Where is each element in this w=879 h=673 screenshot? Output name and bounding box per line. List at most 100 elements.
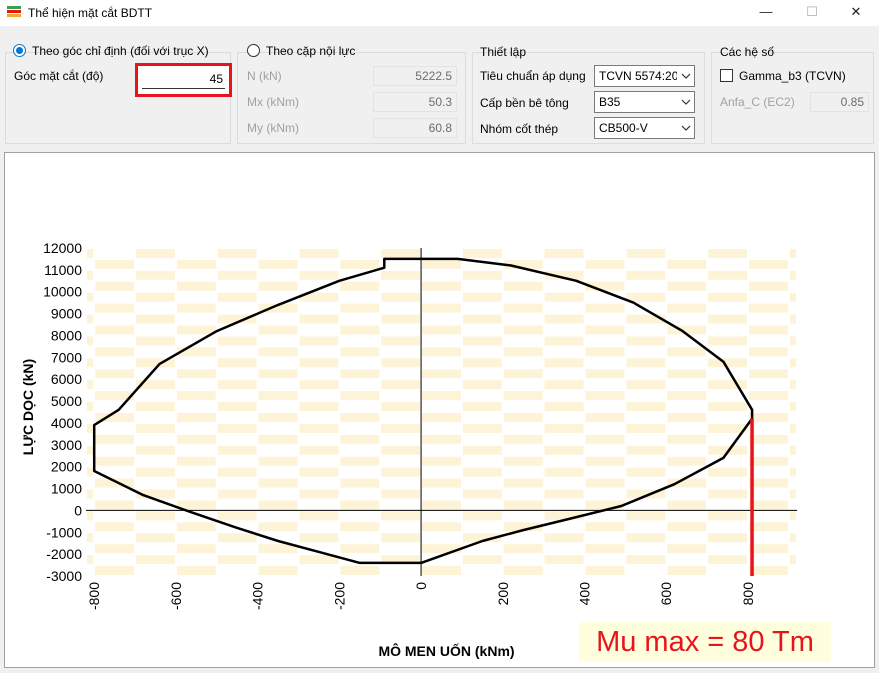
grid-cell [585,369,625,379]
angle-input[interactable]: 45 [142,69,225,89]
grid-cell [258,413,298,422]
grid-cell [708,511,747,521]
mx-label: Mx (kNm) [247,95,299,109]
grid-cell [258,522,298,532]
grid-cell [708,533,747,543]
x-tick-label: 800 [740,582,756,606]
grid-cell [340,478,380,488]
grid-cell [544,249,584,258]
grid-cell [95,369,135,379]
mx-field[interactable]: 50.3 [373,92,457,112]
grid-cell [381,358,421,368]
grid-cell [217,533,257,543]
my-field[interactable]: 60.8 [373,118,457,138]
force-radio-label[interactable]: Theo cặp nội lực [266,44,355,58]
grid-cell [299,423,339,433]
grid-cell [667,456,707,466]
anfa-field[interactable]: 0.85 [810,92,869,112]
grid-cell [176,391,216,401]
grid-cell [422,413,461,422]
grid-cell [136,314,175,324]
grid-cell [422,281,461,291]
grid-cell [381,249,421,258]
grid-cell [136,270,175,280]
grid-cell [789,445,796,455]
concrete-select[interactable]: B35 [594,91,695,113]
grid-cell [708,270,747,280]
grid-cell [503,456,543,466]
anfa-label: Anfa_C (EC2) [720,95,795,109]
grid-cell [544,336,584,346]
grid-cell [708,358,747,368]
grid-cell [422,325,461,335]
angle-radio[interactable] [13,44,26,57]
grid-cell [503,281,543,291]
grid-cell [299,489,339,499]
grid-cell [544,402,584,411]
grid-cell [136,423,175,433]
grid-cell [708,292,747,302]
minimize-button[interactable]: — [743,0,789,26]
grid-cell [95,500,135,510]
grid-cell [87,292,94,302]
grid-cell [217,445,257,455]
grid-cell [667,413,707,422]
force-radio[interactable] [247,44,260,57]
grid-cell [136,445,175,455]
grid-cell [544,314,584,324]
grid-cell [748,347,788,357]
grid-cell [340,281,380,291]
grid-cell [462,445,502,455]
gamma-label[interactable]: Gamma_b3 (TCVN) [739,69,846,83]
grid-cell [299,249,339,258]
y-tick-label: 1000 [51,481,82,497]
grid-cell [87,555,94,565]
grid-cell [503,369,543,379]
grid-cell [708,402,747,411]
grid-cell [503,347,543,357]
grid-cell [503,566,543,575]
grid-cell [217,270,257,280]
concrete-label: Cấp bền bê tông [480,96,569,110]
standard-select[interactable]: TCVN 5574:20 [594,65,695,87]
grid-cell [340,391,380,401]
steel-select-value: CB500-V [599,121,648,135]
grid-cell [544,555,584,565]
grid-cell [176,259,216,269]
grid-cell [626,402,666,411]
steel-select[interactable]: CB500-V [594,117,695,139]
grid-cell [585,456,625,466]
grid-cell [748,325,788,335]
grid-cell [626,380,666,390]
grid-cell [462,555,502,565]
y-tick-label: 7000 [51,349,82,365]
grid-cell [340,566,380,575]
close-button[interactable]: ✕ [833,0,879,26]
grid-cell [544,467,584,477]
grid-cell [462,511,502,521]
grid-cell [258,500,298,510]
grid-cell [217,336,257,346]
maximize-button[interactable]: ☐ [789,0,835,26]
gamma-checkbox[interactable] [720,69,733,82]
x-tick-label: 400 [577,582,593,606]
grid-cell [626,467,666,477]
grid-cell [585,303,625,313]
y-tick-label: -1000 [46,524,82,540]
grid-cell [299,270,339,280]
grid-cell [708,249,747,258]
angle-radio-label[interactable]: Theo góc chỉ định (đối với trục X) [32,44,209,58]
grid-cell [462,380,502,390]
grid-cell [789,467,796,477]
y-tick-label: 8000 [51,327,82,343]
grid-cell [789,270,796,280]
chart-panel: 12000 11000 10000 9000 8000 7000 6000 5000 4000 3… [4,152,875,668]
grid-cell [626,249,666,258]
grid-cell [136,467,175,477]
grid-cell [708,467,747,477]
grid-cell [667,544,707,554]
y-tick-label: 12000 [43,240,82,256]
grid-cell [95,434,135,444]
n-field[interactable]: 5222.5 [373,66,457,86]
grid-cell [87,380,94,390]
